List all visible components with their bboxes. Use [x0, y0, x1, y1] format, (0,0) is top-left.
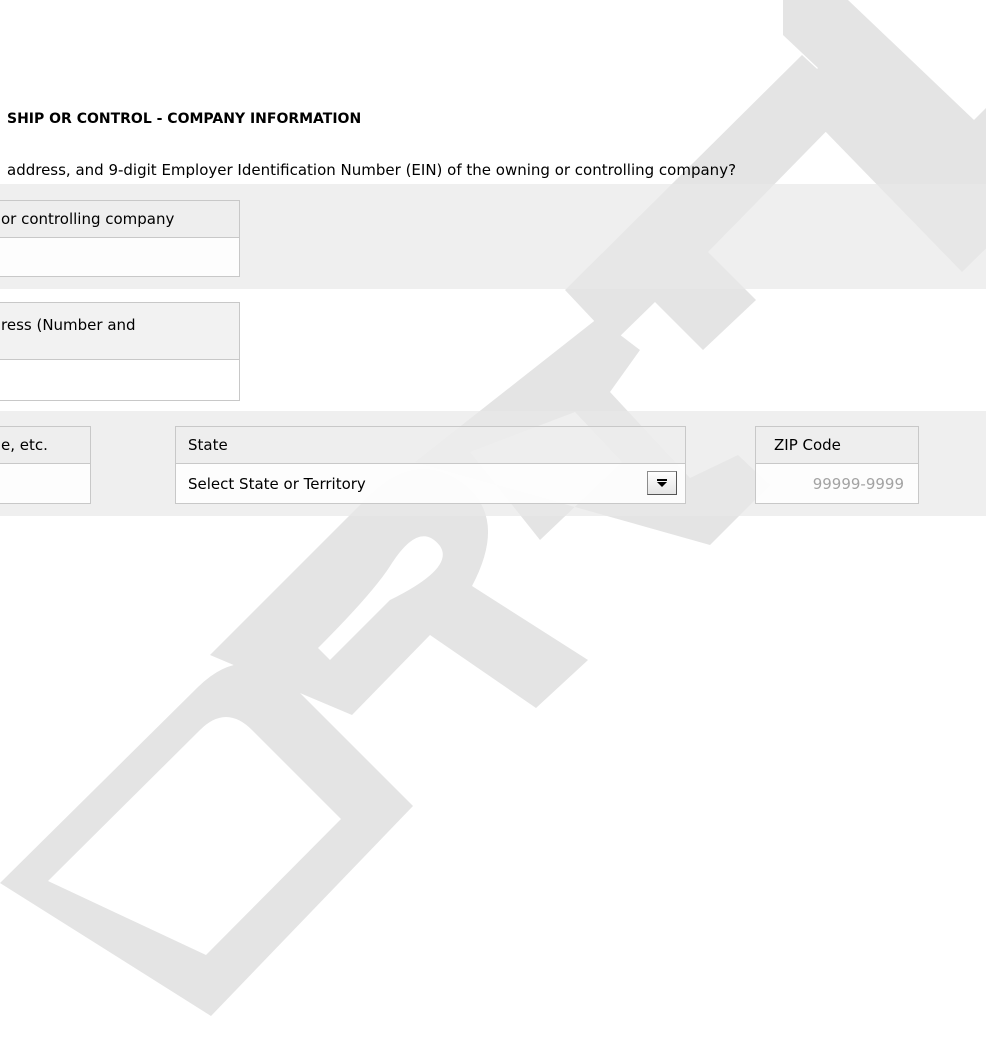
street-address-label: ress (Number and [0, 302, 240, 360]
street-address-field: ress (Number and [0, 302, 240, 401]
city-input[interactable] [0, 464, 90, 503]
city-label: e, etc. [0, 426, 91, 464]
city-field: e, etc. [0, 426, 91, 504]
company-name-input[interactable] [0, 238, 239, 276]
street-address-input[interactable] [0, 360, 239, 400]
question-text: address, and 9-digit Employer Identifica… [7, 161, 737, 179]
chevron-down-icon [657, 478, 667, 487]
company-name-input-box[interactable] [0, 237, 240, 277]
company-name-label: or controlling company [0, 200, 240, 238]
city-input-box[interactable] [0, 463, 91, 504]
company-name-field: or controlling company [0, 200, 240, 278]
state-label: State [175, 426, 686, 464]
zip-input-box[interactable] [755, 463, 919, 504]
zip-label: ZIP Code [755, 426, 919, 464]
street-address-input-box[interactable] [0, 359, 240, 401]
state-field: State Select State or Territory [175, 426, 686, 504]
section-title: SHIP OR CONTROL - COMPANY INFORMATION [7, 111, 362, 127]
zip-field: ZIP Code [755, 426, 919, 504]
zip-input[interactable] [756, 464, 918, 503]
state-dropdown-button[interactable] [647, 471, 677, 495]
state-selected-value: Select State or Territory [188, 474, 366, 493]
state-select[interactable]: Select State or Territory [175, 463, 686, 504]
